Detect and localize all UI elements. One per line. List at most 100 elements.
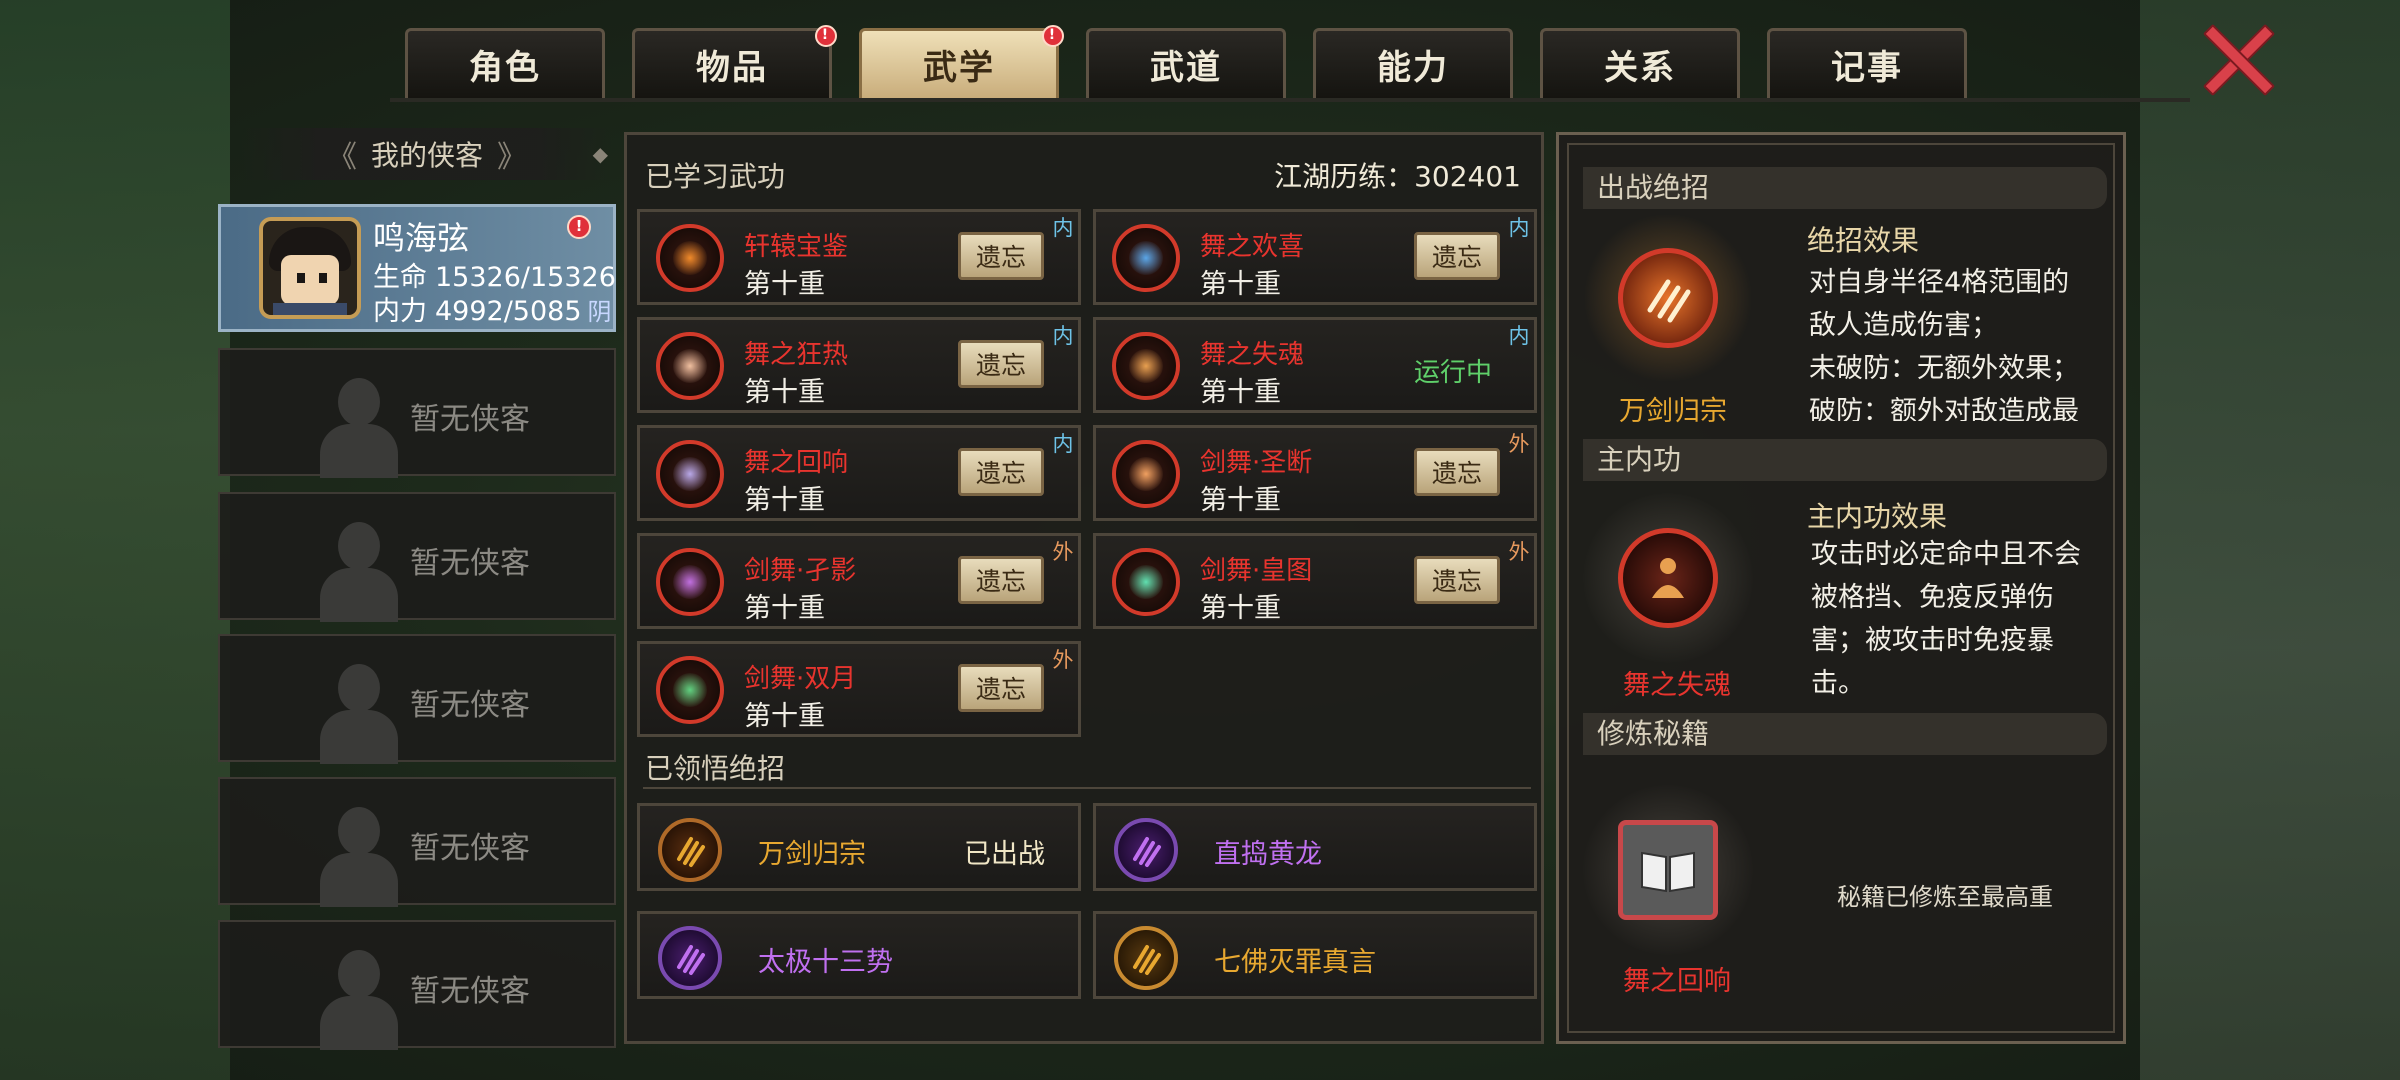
skill-name: 舞之回响 xyxy=(744,448,849,478)
prev-arrow-icon[interactable]: 《 xyxy=(327,132,357,176)
green-burst-icon xyxy=(656,656,724,724)
background-right xyxy=(2140,0,2400,1080)
effect-line: 攻击时必定命中且不会 xyxy=(1811,539,2081,570)
forget-button[interactable]: 遗忘 xyxy=(1414,448,1500,496)
tab-underline xyxy=(390,98,2190,102)
diamond-icon: ◆ xyxy=(592,142,608,166)
forget-button[interactable]: 遗忘 xyxy=(1414,556,1500,604)
tab-character[interactable]: 角色 xyxy=(405,28,605,98)
next-arrow-icon[interactable]: 》 xyxy=(497,132,527,176)
triple-slash-icon xyxy=(658,818,722,882)
hero-list-header: 《 我的侠客 》 ◆ xyxy=(242,128,612,180)
empty-slot-label: 暂无侠客 xyxy=(410,688,530,723)
meditating-figure-icon xyxy=(1618,528,1718,628)
skill-level: 第十重 xyxy=(1200,269,1281,300)
hero-list-title: 我的侠客 xyxy=(370,139,483,172)
skill-level: 第十重 xyxy=(744,485,825,516)
taiji-icon xyxy=(658,926,722,990)
skill-card[interactable]: 舞之回响第十重 遗忘内 xyxy=(637,425,1081,521)
forget-button[interactable]: 遗忘 xyxy=(958,556,1044,604)
manual-emblem[interactable] xyxy=(1583,785,1753,955)
skill-type-badge: 外 xyxy=(1502,534,1536,568)
tab-journal[interactable]: 记事 xyxy=(1767,28,1967,98)
swirl-icon xyxy=(1112,224,1180,292)
martial-arts-panel: 已学习武功 江湖历练：302401 轩辕宝鉴 第十重 遗忘内舞之欢喜 第十重 遗忘内舞之… xyxy=(624,132,1544,1044)
manual-name: 舞之回响 xyxy=(1623,966,1731,997)
notice-badge: ! xyxy=(1042,25,1064,47)
hero-slot-empty[interactable]: 暂无侠客 xyxy=(218,348,616,478)
tab-martial-arts[interactable]: 武学! xyxy=(859,25,1064,98)
forget-button[interactable]: 遗忘 xyxy=(958,664,1044,712)
skill-type-badge: 内 xyxy=(1046,318,1080,352)
ultimate-name: 七佛灭罪真言 xyxy=(1214,947,1376,978)
hero-mp: 内力 4992/5085 阴 xyxy=(373,289,612,328)
close-button[interactable] xyxy=(2196,20,2280,100)
skill-name: 舞之欢喜 xyxy=(1200,232,1305,262)
skill-card[interactable]: 剑舞·孑影 第十重 遗忘外 xyxy=(637,533,1081,629)
forget-button[interactable]: 遗忘 xyxy=(958,340,1044,388)
mp-value: 4992/5085 xyxy=(435,296,582,327)
background-left xyxy=(0,0,230,1080)
ultimates-title: 已领悟绝招 xyxy=(645,752,786,785)
battle-ultimate-name: 万剑归宗 xyxy=(1619,396,1727,427)
ultimate-card[interactable]: 七佛灭罪真言 xyxy=(1093,911,1537,999)
book-icon xyxy=(1618,820,1718,920)
skill-card[interactable]: 剑舞·皇图 第十重 遗忘外 xyxy=(1093,533,1537,629)
main-inner-emblem[interactable] xyxy=(1583,493,1753,663)
tab-abilities[interactable]: 能力 xyxy=(1313,28,1513,98)
skill-level: 第十重 xyxy=(1200,377,1281,408)
skill-card[interactable]: 轩辕宝鉴 第十重 遗忘内 xyxy=(637,209,1081,305)
lotus-icon xyxy=(1114,926,1178,990)
ultimate-card[interactable]: 太极十三势 xyxy=(637,911,1081,999)
skill-card[interactable]: 剑舞·圣断 第十重 遗忘外 xyxy=(1093,425,1537,521)
skill-level: 第十重 xyxy=(1200,593,1281,624)
main-inner-header: 主内功 xyxy=(1583,439,2107,481)
purple-blade-icon xyxy=(656,548,724,616)
effect-line: 被格挡、免疫反弹伤 xyxy=(1811,582,2054,613)
tab-relations[interactable]: 关系 xyxy=(1540,28,1740,98)
hero-slot-empty[interactable]: 暂无侠客 xyxy=(218,777,616,907)
tab-label: 物品 xyxy=(696,48,768,88)
forget-button[interactable]: 遗忘 xyxy=(958,232,1044,280)
skill-card[interactable]: 舞之失魂 第十重 运行中内 xyxy=(1093,317,1537,413)
detail-panel: 出战绝招 万剑归宗 绝招效果 对自身半径4格范围的 敌人造成伤害； 未破防：无额外效… xyxy=(1556,132,2126,1044)
effect-line: 破防：额外对敌造成最 xyxy=(1809,396,2079,421)
empty-silhouette-icon xyxy=(316,522,402,622)
tab-label: 角色 xyxy=(469,48,541,88)
hero-slot-empty[interactable]: 暂无侠客 xyxy=(218,634,616,764)
effect-line: 敌人造成伤害； xyxy=(1809,310,1998,341)
ultimate-card[interactable]: 直捣黄龙 xyxy=(1093,803,1537,891)
tab-items[interactable]: 物品! xyxy=(632,25,837,98)
tab-wudao[interactable]: 武道 xyxy=(1086,28,1286,98)
effect-line: 未破防：无额外效果； xyxy=(1809,353,2079,384)
empty-slot-label: 暂无侠客 xyxy=(410,546,530,581)
tab-bar: 角色 物品! 武学! 武道 能力 关系 记事 xyxy=(405,25,1994,100)
forget-button[interactable]: 遗忘 xyxy=(1414,232,1500,280)
skill-level: 第十重 xyxy=(744,269,825,300)
forget-button[interactable]: 遗忘 xyxy=(958,448,1044,496)
manual-status: 秘籍已修炼至最高重 xyxy=(1837,883,2053,911)
skill-card[interactable]: 剑舞·双月 第十重 遗忘外 xyxy=(637,641,1081,737)
skill-level: 第十重 xyxy=(744,377,825,408)
empty-slot-label: 暂无侠客 xyxy=(410,831,530,866)
skill-name: 剑舞·孑影 xyxy=(744,556,857,586)
main-inner-name: 舞之失魂 xyxy=(1623,670,1731,701)
flame-hand-icon xyxy=(656,332,724,400)
skill-type-badge: 内 xyxy=(1046,426,1080,460)
ultimate-card[interactable]: 万剑归宗 已出战 xyxy=(637,803,1081,891)
empty-slot-label: 暂无侠客 xyxy=(410,402,530,437)
skill-card[interactable]: 舞之欢喜 第十重 遗忘内 xyxy=(1093,209,1537,305)
skill-level: 第十重 xyxy=(744,701,825,732)
hero-slot-empty[interactable]: 暂无侠客 xyxy=(218,920,616,1050)
skill-name: 剑舞·圣断 xyxy=(1200,448,1313,478)
skill-level: 第十重 xyxy=(1200,485,1281,516)
skill-card[interactable]: 舞之狂热 第十重 遗忘内 xyxy=(637,317,1081,413)
effect-line: 击。 xyxy=(1811,668,1865,697)
effect-text: 攻击时必定命中且不会被格挡、免疫反弹伤害；被攻击时免疫暴击。每次行动结束后，恢复 xyxy=(1811,533,2103,697)
hero-slot-active[interactable]: 鸣海弦 ! 生命 15326/15326 内力 4992/5085 阴 xyxy=(218,204,616,332)
empty-silhouette-icon xyxy=(316,664,402,764)
running-status: 运行中 xyxy=(1414,358,1493,388)
hero-slot-empty[interactable]: 暂无侠客 xyxy=(218,492,616,622)
battle-ultimate-emblem[interactable] xyxy=(1583,213,1753,383)
skill-type-badge: 内 xyxy=(1046,210,1080,244)
